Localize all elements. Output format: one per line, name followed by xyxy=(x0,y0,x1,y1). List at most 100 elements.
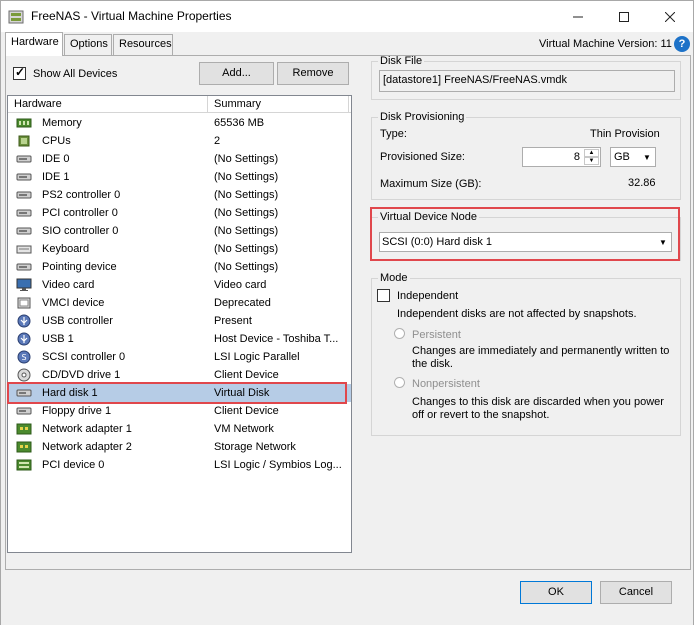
independent-description: Independent disks are not affected by sn… xyxy=(397,308,637,320)
hardware-name: SIO controller 0 xyxy=(42,225,119,237)
keyboard-icon xyxy=(16,242,32,256)
maximize-button[interactable] xyxy=(601,1,647,32)
help-icon[interactable]: ? xyxy=(674,36,690,52)
hardware-row[interactable]: VMCI device Deprecated xyxy=(8,294,351,312)
provisioned-size-label: Provisioned Size: xyxy=(380,151,465,163)
hardware-name: IDE 1 xyxy=(42,171,70,183)
network-icon xyxy=(16,440,32,454)
hardware-summary: Client Device xyxy=(214,369,279,381)
hardware-name: PS2 controller 0 xyxy=(42,189,121,201)
pci-icon xyxy=(16,458,32,472)
hardware-summary: Video card xyxy=(214,279,267,291)
hardware-summary: (No Settings) xyxy=(214,207,279,219)
hardware-row[interactable]: Video card Video card xyxy=(8,276,351,294)
hardware-summary: VM Network xyxy=(214,423,274,435)
hardware-row[interactable]: IDE 0 (No Settings) xyxy=(8,150,351,168)
type-label: Type: xyxy=(380,128,407,140)
hardware-row[interactable]: SIO controller 0 (No Settings) xyxy=(8,222,351,240)
tab-options[interactable]: Options xyxy=(64,34,112,55)
nonpersistent-radio[interactable] xyxy=(394,377,405,388)
column-header-summary[interactable]: Summary xyxy=(208,96,349,113)
vm-version-label: Virtual Machine Version: 11 xyxy=(539,38,672,50)
vm-properties-window: FreeNAS - Virtual Machine Properties Har… xyxy=(0,0,694,625)
hardware-row[interactable]: CPUs 2 xyxy=(8,132,351,150)
show-all-devices-label: Show All Devices xyxy=(33,68,118,80)
checkmark-icon: ✓ xyxy=(15,65,26,79)
hardware-row[interactable]: Network adapter 2 Storage Network xyxy=(8,438,351,456)
hardware-row[interactable]: PCI device 0 LSI Logic / Symbios Log... xyxy=(8,456,351,474)
add-button[interactable]: Add... xyxy=(199,62,274,85)
column-header-hardware[interactable]: Hardware xyxy=(8,96,208,113)
independent-label: Independent xyxy=(397,290,459,302)
tab-hardware[interactable]: Hardware xyxy=(5,32,63,56)
hardware-summary: Present xyxy=(214,315,252,327)
svg-text:S: S xyxy=(21,353,26,362)
provisioned-size-value: 8 xyxy=(573,151,580,163)
hardware-row[interactable]: PS2 controller 0 (No Settings) xyxy=(8,186,351,204)
ide-icon xyxy=(16,170,32,184)
hardware-row[interactable]: USB controller Present xyxy=(8,312,351,330)
hardware-row[interactable]: IDE 1 (No Settings) xyxy=(8,168,351,186)
disk-file-legend: Disk File xyxy=(380,55,423,67)
hardware-row[interactable]: Floppy drive 1 Client Device xyxy=(8,402,351,420)
tab-resources[interactable]: Resources xyxy=(113,34,173,55)
spin-down-icon[interactable]: ▼ xyxy=(584,157,599,165)
hardware-row[interactable]: USB 1 Host Device - Toshiba T... xyxy=(8,330,351,348)
hardware-name: Video card xyxy=(42,279,95,291)
maximum-size-label: Maximum Size (GB): xyxy=(380,178,482,190)
cancel-button[interactable]: Cancel xyxy=(600,581,672,604)
hardware-name: Floppy drive 1 xyxy=(42,405,112,417)
hardware-row[interactable]: PCI controller 0 (No Settings) xyxy=(8,204,351,222)
cd-icon xyxy=(16,368,32,382)
highlight-box-device-node xyxy=(370,207,680,261)
provisioned-size-stepper[interactable]: 8 ▲ ▼ xyxy=(522,147,601,167)
disk-file-path: [datastore1] FreeNAS/FreeNAS.vmdk xyxy=(383,74,568,86)
type-value: Thin Provision xyxy=(590,128,660,140)
ide-icon xyxy=(16,152,32,166)
nonpersistent-label: Nonpersistent xyxy=(412,378,480,390)
hardware-row[interactable]: Keyboard (No Settings) xyxy=(8,240,351,258)
hardware-name: USB controller xyxy=(42,315,113,327)
mouse-icon xyxy=(16,260,32,274)
persistent-label: Persistent xyxy=(412,329,461,341)
vsphere-app-icon xyxy=(8,9,24,25)
hardware-row[interactable]: S SCSI controller 0 LSI Logic Parallel xyxy=(8,348,351,366)
hardware-row[interactable]: Memory 65536 MB xyxy=(8,114,351,132)
cpu-icon xyxy=(16,134,32,148)
show-all-devices-checkbox[interactable]: ✓ xyxy=(13,65,26,80)
hardware-row[interactable]: Network adapter 1 VM Network xyxy=(8,420,351,438)
window-title: FreeNAS - Virtual Machine Properties xyxy=(31,9,232,23)
close-button[interactable] xyxy=(647,1,693,32)
hardware-name: CPUs xyxy=(42,135,71,147)
hardware-summary: Host Device - Toshiba T... xyxy=(214,333,339,345)
remove-button[interactable]: Remove xyxy=(277,62,349,85)
hardware-name: SCSI controller 0 xyxy=(42,351,126,363)
memory-icon xyxy=(16,116,32,130)
independent-checkbox[interactable] xyxy=(377,289,390,302)
disk-provisioning-legend: Disk Provisioning xyxy=(380,111,465,123)
hardware-summary: 2 xyxy=(214,135,221,147)
hardware-summary: (No Settings) xyxy=(214,189,279,201)
persistent-radio[interactable] xyxy=(394,328,405,339)
hardware-summary: Client Device xyxy=(214,405,279,417)
hardware-name: Network adapter 2 xyxy=(42,441,132,453)
hardware-name: PCI device 0 xyxy=(42,459,105,471)
size-unit-value: GB xyxy=(614,151,630,163)
hardware-summary: (No Settings) xyxy=(214,171,279,183)
maximum-size-value: 32.86 xyxy=(628,177,656,189)
hardware-name: CD/DVD drive 1 xyxy=(42,369,121,381)
monitor-icon xyxy=(16,278,32,292)
spin-up-icon[interactable]: ▲ xyxy=(584,149,599,157)
hardware-summary: (No Settings) xyxy=(214,153,279,165)
hardware-name: Network adapter 1 xyxy=(42,423,132,435)
dialog-footer: OK Cancel xyxy=(1,571,693,625)
floppy-icon xyxy=(16,404,32,418)
persistent-description: Changes are immediately and permanently … xyxy=(412,345,670,370)
disk-file-path-field[interactable]: [datastore1] FreeNAS/FreeNAS.vmdk xyxy=(379,70,675,92)
hardware-summary: 65536 MB xyxy=(214,117,265,129)
hardware-row[interactable]: Pointing device (No Settings) xyxy=(8,258,351,276)
title-bar: FreeNAS - Virtual Machine Properties xyxy=(1,1,693,32)
ok-button[interactable]: OK xyxy=(520,581,592,604)
size-unit-select[interactable]: GB ▼ xyxy=(610,147,656,167)
minimize-button[interactable] xyxy=(555,1,601,32)
